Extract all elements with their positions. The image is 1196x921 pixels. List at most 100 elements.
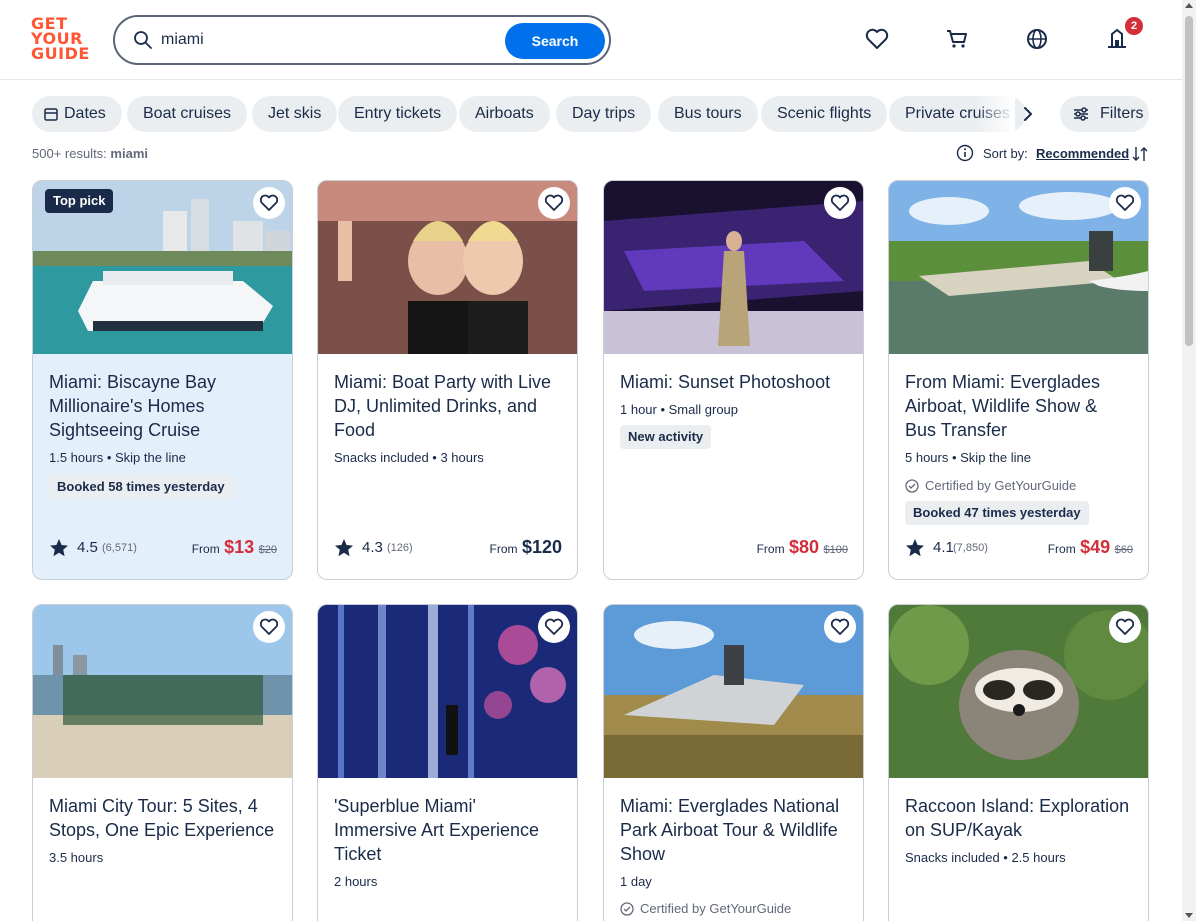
scrollbar-thumb[interactable] <box>1185 16 1193 346</box>
old-price: $20 <box>258 544 277 556</box>
chip-jet-skis[interactable]: Jet skis <box>252 96 338 132</box>
price-amount: $80 <box>789 537 820 557</box>
activity-image[interactable] <box>604 605 863 778</box>
old-price: $100 <box>823 544 848 556</box>
heart-icon <box>830 194 850 211</box>
activity-card[interactable]: 'Superblue Miami' Immersive Art Experien… <box>317 604 578 921</box>
results-count-label: 500+ results: <box>32 146 107 161</box>
top-pick-badge: Top pick <box>45 189 114 213</box>
price-amount: $49 <box>1080 537 1111 557</box>
activity-title[interactable]: 'Superblue Miami' Immersive Art Experien… <box>334 794 562 866</box>
heart-icon <box>259 618 279 635</box>
heart-icon <box>259 194 279 211</box>
calendar-icon <box>44 108 58 121</box>
card-body: Miami: Sunset Photoshoot 1 hour • Small … <box>620 370 848 449</box>
booked-badge: Booked 58 times yesterday <box>49 475 233 499</box>
sort-arrows-icon[interactable] <box>1132 145 1148 163</box>
heart-icon[interactable] <box>864 26 890 52</box>
activity-image[interactable] <box>889 605 1148 778</box>
info-icon[interactable] <box>956 144 974 162</box>
activity-image[interactable] <box>318 181 577 354</box>
activity-title[interactable]: Miami: Everglades National Park Airboat … <box>620 794 848 866</box>
getyourguide-logo[interactable]: GET YOUR GUIDE <box>31 16 91 64</box>
activity-image[interactable] <box>318 605 577 778</box>
activity-card[interactable]: Miami: Boat Party with Live DJ, Unlimite… <box>317 180 578 580</box>
activity-title[interactable]: Miami: Sunset Photoshoot <box>620 370 848 394</box>
activity-title[interactable]: Raccoon Island: Exploration on SUP/Kayak <box>905 794 1133 842</box>
activity-title[interactable]: Miami: Boat Party with Live DJ, Unlimite… <box>334 370 562 442</box>
category-chips: Dates Boat cruises Jet skis Entry ticket… <box>32 96 1032 132</box>
wishlist-button[interactable] <box>538 187 570 219</box>
wishlist-button[interactable] <box>538 611 570 643</box>
chip-dates[interactable]: Dates <box>32 96 122 132</box>
booked-badge: Booked 47 times yesterday <box>905 501 1089 525</box>
wishlist-button[interactable] <box>824 187 856 219</box>
activity-card[interactable]: Miami: Everglades National Park Airboat … <box>603 604 864 921</box>
price-from-label: From <box>489 542 518 556</box>
review-count: (126) <box>387 542 413 554</box>
chip-scenic-flights[interactable]: Scenic flights <box>761 96 888 132</box>
activity-meta: 5 hours • Skip the line <box>905 450 1031 465</box>
card-body: From Miami: Everglades Airboat, Wildlife… <box>905 370 1133 525</box>
activity-meta: 2 hours <box>334 874 378 889</box>
price-amount: $13 <box>224 537 255 557</box>
activity-card[interactable]: Top pick Miami: Biscayne Bay Millionaire… <box>32 180 293 580</box>
chip-label: Boat cruises <box>143 105 232 122</box>
card-footer: 4.1 (7,850) From $49 $60 <box>905 537 1133 561</box>
card-footer: 4.3 (126) From $120 <box>334 537 562 561</box>
activity-meta: 3.5 hours <box>49 850 104 865</box>
rating-value: 4.5 <box>77 539 98 556</box>
activity-card[interactable]: Miami City Tour: 5 Sites, 4 Stops, One E… <box>32 604 293 921</box>
sort-dropdown[interactable]: Recommended <box>1036 146 1129 161</box>
star-icon <box>335 539 353 557</box>
review-count: (6,571) <box>102 542 137 554</box>
chip-airboats[interactable]: Airboats <box>459 96 550 132</box>
chip-boat-cruises[interactable]: Boat cruises <box>127 96 248 132</box>
heart-icon <box>1115 618 1135 635</box>
wishlist-button[interactable] <box>1109 611 1141 643</box>
activity-image[interactable] <box>604 181 863 354</box>
filters-label: Filters <box>1100 105 1144 122</box>
activity-meta: Snacks included • 2.5 hours <box>905 850 1066 865</box>
chip-day-trips[interactable]: Day trips <box>556 96 652 132</box>
card-footer: 4.5 (6,571) From $13 $20 <box>49 537 277 561</box>
wishlist-button[interactable] <box>253 187 285 219</box>
activity-image[interactable]: Top pick <box>33 181 292 354</box>
chip-label: Scenic flights <box>777 105 872 122</box>
scrollbar[interactable] <box>1182 0 1196 921</box>
card-body: Miami: Biscayne Bay Millionaire's Homes … <box>49 370 277 499</box>
activity-image[interactable] <box>33 605 292 778</box>
globe-icon[interactable] <box>1024 26 1050 52</box>
search-button[interactable]: Search <box>505 23 605 59</box>
rating-value: 4.3 <box>362 539 383 556</box>
card-body: Raccoon Island: Exploration on SUP/Kayak… <box>905 794 1133 867</box>
chevron-right-icon[interactable] <box>1016 102 1040 126</box>
search-input[interactable] <box>161 29 491 51</box>
activity-card[interactable]: Raccoon Island: Exploration on SUP/Kayak… <box>888 604 1149 921</box>
results-query: miami <box>110 146 148 161</box>
card-footer: From $80 $100 <box>620 537 848 561</box>
wishlist-button[interactable] <box>1109 187 1141 219</box>
price-from-label: From <box>191 542 220 556</box>
activity-card[interactable]: From Miami: Everglades Airboat, Wildlife… <box>888 180 1149 580</box>
certified-text: Certified by GetYourGuide <box>640 901 792 916</box>
activity-title[interactable]: From Miami: Everglades Airboat, Wildlife… <box>905 370 1133 442</box>
star-icon <box>50 539 68 557</box>
activity-card[interactable]: Miami: Sunset Photoshoot 1 hour • Small … <box>603 180 864 580</box>
wishlist-button[interactable] <box>824 611 856 643</box>
filters-button[interactable]: Filters <box>1060 96 1149 132</box>
scroll-down-arrow[interactable] <box>1185 913 1193 918</box>
activity-title[interactable]: Miami City Tour: 5 Sites, 4 Stops, One E… <box>49 794 277 842</box>
search-bar: Search <box>113 15 611 65</box>
heart-icon <box>544 194 564 211</box>
chip-bus-tours[interactable]: Bus tours <box>658 96 758 132</box>
cart-icon[interactable] <box>944 26 970 52</box>
certified-text: Certified by GetYourGuide <box>925 478 1077 493</box>
wishlist-button[interactable] <box>253 611 285 643</box>
scroll-up-arrow[interactable] <box>1185 3 1193 8</box>
certified-label: Certified by GetYourGuide <box>905 477 1133 495</box>
chip-entry-tickets[interactable]: Entry tickets <box>338 96 458 132</box>
activity-image[interactable] <box>889 181 1148 354</box>
certified-check-icon <box>620 902 634 916</box>
activity-title[interactable]: Miami: Biscayne Bay Millionaire's Homes … <box>49 370 277 442</box>
